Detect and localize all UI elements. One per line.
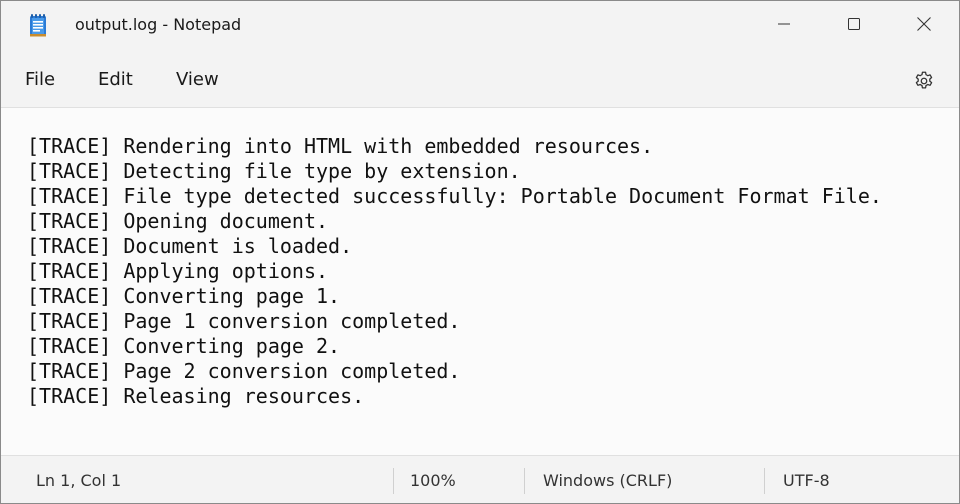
line-ending[interactable]: Windows (CRLF) xyxy=(543,471,672,491)
title-bar[interactable]: output.log - Notepad xyxy=(1,1,959,49)
close-button[interactable] xyxy=(889,1,959,47)
log-line: [TRACE] Converting page 1. xyxy=(27,284,341,308)
status-divider xyxy=(524,468,525,494)
menu-file[interactable]: File xyxy=(25,69,55,91)
log-line: [TRACE] Rendering into HTML with embedde… xyxy=(27,134,654,158)
minimize-icon xyxy=(778,23,790,25)
text-editor[interactable]: [TRACE] Rendering into HTML with embedde… xyxy=(1,107,959,456)
editor-text: [TRACE] Rendering into HTML with embedde… xyxy=(27,134,882,409)
log-line: [TRACE] File type detected successfully:… xyxy=(27,184,882,208)
log-line: [TRACE] Applying options. xyxy=(27,259,329,283)
encoding[interactable]: UTF-8 xyxy=(783,471,830,491)
log-line: [TRACE] Opening document. xyxy=(27,209,329,233)
log-line: [TRACE] Converting page 2. xyxy=(27,334,341,358)
zoom-level[interactable]: 100% xyxy=(410,471,456,491)
log-line: [TRACE] Document is loaded. xyxy=(27,234,353,258)
menu-bar: File Edit View xyxy=(1,57,959,103)
window-title: output.log - Notepad xyxy=(75,15,242,34)
status-bar: Ln 1, Col 1 100% Windows (CRLF) UTF-8 xyxy=(1,456,959,503)
status-divider xyxy=(764,468,765,494)
status-divider xyxy=(393,468,394,494)
settings-button[interactable] xyxy=(909,66,939,96)
maximize-button[interactable] xyxy=(819,1,889,47)
log-line: [TRACE] Page 2 conversion completed. xyxy=(27,359,461,383)
maximize-icon xyxy=(848,18,860,30)
cursor-position[interactable]: Ln 1, Col 1 xyxy=(36,471,121,491)
menu-view[interactable]: View xyxy=(176,69,219,91)
log-line: [TRACE] Detecting file type by extension… xyxy=(27,159,521,183)
menu-edit[interactable]: Edit xyxy=(98,69,133,91)
log-line: [TRACE] Page 1 conversion completed. xyxy=(27,309,461,333)
close-icon xyxy=(917,17,931,31)
notepad-icon xyxy=(29,13,47,37)
log-line: [TRACE] Releasing resources. xyxy=(27,384,365,408)
gear-icon xyxy=(915,71,933,89)
notepad-window: output.log - Notepad File Edit View [TRA… xyxy=(0,0,960,504)
minimize-button[interactable] xyxy=(749,1,819,47)
